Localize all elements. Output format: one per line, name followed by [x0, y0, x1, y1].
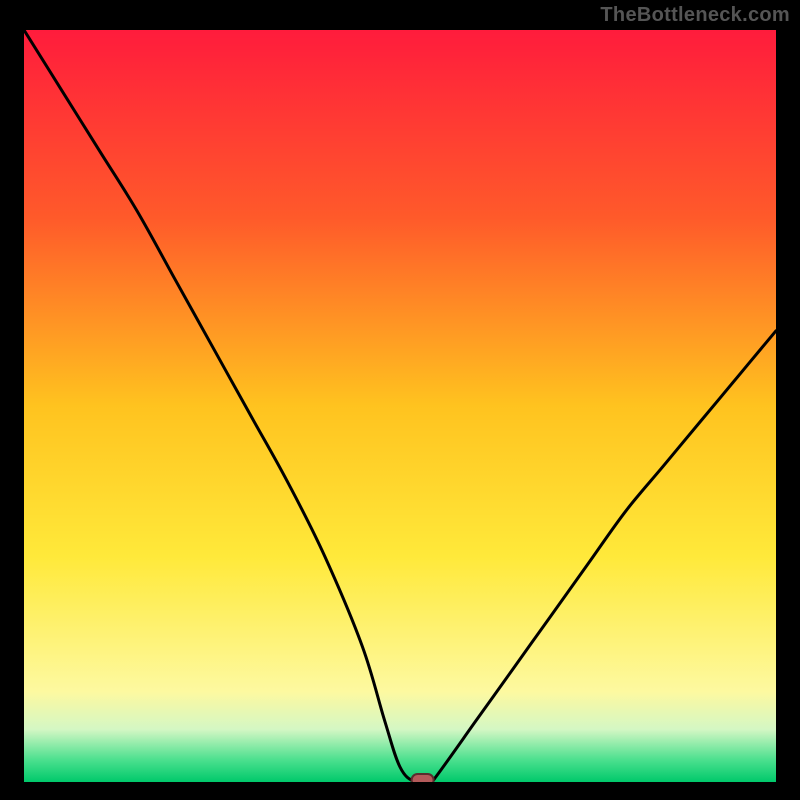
optimal-marker: [412, 774, 434, 782]
gradient-background: [24, 30, 776, 782]
plot-area: [24, 30, 776, 782]
watermark-text: TheBottleneck.com: [600, 4, 790, 27]
chart-frame: TheBottleneck.com: [0, 0, 800, 800]
plot-svg: [24, 30, 776, 782]
